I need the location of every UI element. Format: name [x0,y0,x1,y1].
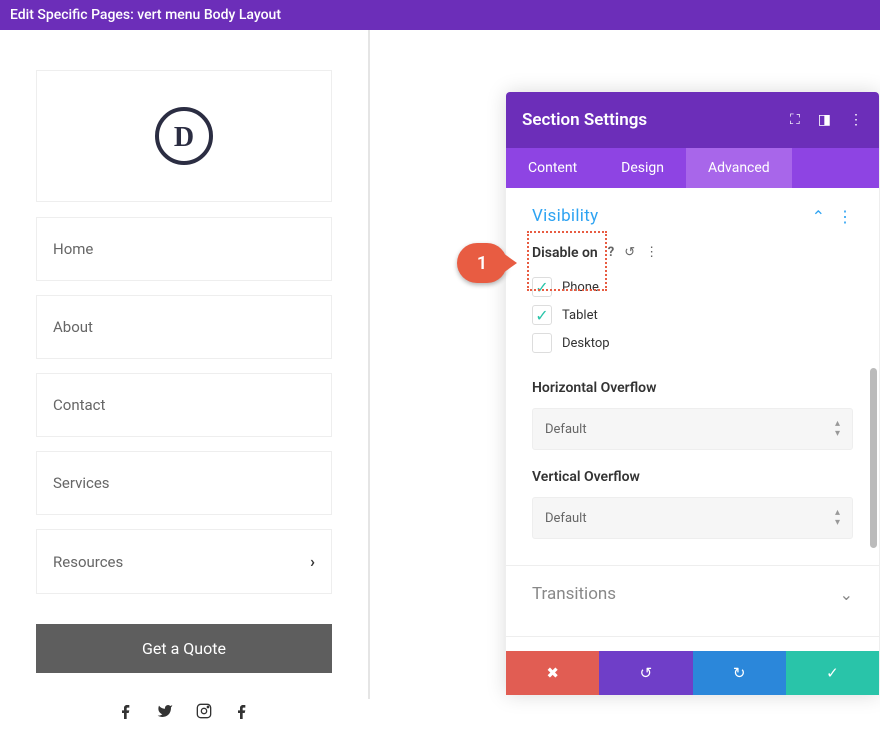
sort-icon: ▴▾ [835,508,840,528]
save-button[interactable]: ✓ [786,651,879,695]
close-button[interactable]: ✖ [506,651,599,695]
tabs: Content Design Advanced [506,148,879,188]
chevron-right-icon: › [310,552,315,571]
expand-icon[interactable]: ⛶ [790,112,800,128]
facebook-icon[interactable] [118,703,134,719]
more-icon[interactable]: ⋮ [849,112,863,128]
settings-panel: Section Settings ⛶ ◨ ⋮ Content Design Ad… [506,92,879,695]
page-header: Edit Specific Pages: vert menu Body Layo… [0,0,880,30]
panel-header[interactable]: Section Settings ⛶ ◨ ⋮ [506,92,879,148]
vert-overflow-select[interactable]: Default ▴▾ [532,497,853,539]
cta-button[interactable]: Get a Quote [36,624,332,673]
facebook-icon-2[interactable] [234,703,250,719]
transitions-section-header[interactable]: Transitions ⌄ [506,566,879,622]
reset-icon[interactable]: ↺ [624,245,635,260]
undo-button[interactable]: ↺ [599,651,692,695]
panel-title: Section Settings [522,110,647,130]
menu-item-services[interactable]: Services [36,451,332,515]
tab-content[interactable]: Content [506,148,599,188]
svg-text:D: D [174,122,194,153]
twitter-icon[interactable] [156,703,174,719]
options-icon[interactable]: ⋮ [837,207,853,226]
vert-overflow-label: Vertical Overflow [532,469,640,485]
disable-on-label: Disable on [532,245,598,261]
left-preview-panel: D Home About Contact Services Resources … [0,30,370,699]
checkbox-tablet[interactable]: ✓ [532,305,552,325]
annotation-badge: 1 [457,243,507,283]
instagram-icon[interactable] [196,703,212,719]
logo-container: D [36,70,332,202]
horiz-overflow-select[interactable]: Default ▴▾ [532,408,853,450]
menu-item-about[interactable]: About [36,295,332,359]
checkbox-desktop[interactable] [532,333,552,353]
snap-icon[interactable]: ◨ [818,112,831,128]
divi-logo-icon: D [154,106,214,166]
sort-icon: ▴▾ [835,419,840,439]
header-title: Edit Specific Pages: vert menu Body Layo… [10,7,281,23]
redo-button[interactable]: ↻ [693,651,786,695]
menu-item-home[interactable]: Home [36,217,332,281]
tab-advanced[interactable]: Advanced [686,148,792,188]
menu-item-resources[interactable]: Resources › [36,529,332,594]
panel-footer: ✖ ↺ ↻ ✓ [506,651,879,695]
tab-design[interactable]: Design [599,148,686,188]
social-icons [36,698,332,724]
chevron-down-icon[interactable]: ⌄ [840,585,853,604]
menu-item-contact[interactable]: Contact [36,373,332,437]
more-options-icon[interactable]: ⋮ [645,245,658,260]
checkbox-phone[interactable]: ✓ [532,277,552,297]
visibility-section-header[interactable]: Visibility ⌃ ⋮ [506,188,879,238]
horiz-overflow-label: Horizontal Overflow [532,380,656,396]
chevron-up-icon[interactable]: ⌃ [812,207,825,226]
scrollbar[interactable] [870,368,877,548]
help-icon[interactable]: ? [608,245,614,260]
